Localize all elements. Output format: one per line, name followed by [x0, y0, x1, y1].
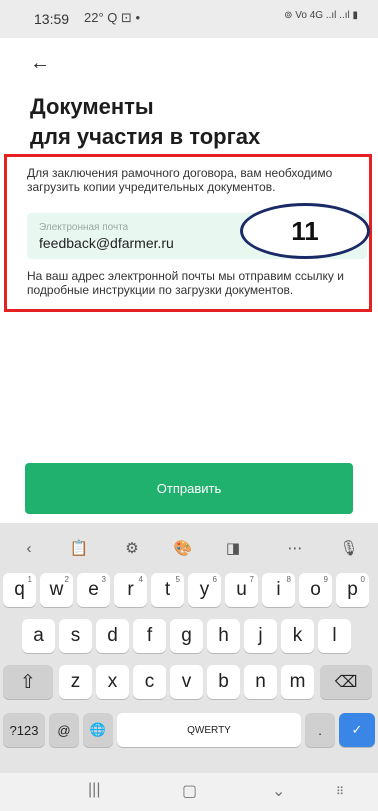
globe-key-icon[interactable]: 🌐: [83, 713, 113, 747]
key-label: y: [199, 579, 210, 600]
key-r[interactable]: r4: [114, 573, 147, 607]
key-label: w: [49, 579, 64, 600]
email-label: Электронная почта: [39, 222, 129, 233]
symbols-key[interactable]: ?123: [3, 713, 45, 747]
settings-icon[interactable]: ⚙: [117, 531, 147, 565]
key-hint: 0: [360, 575, 365, 584]
key-hint: 9: [323, 575, 328, 584]
key-hint: 4: [138, 575, 143, 584]
key-d[interactable]: d: [96, 619, 129, 653]
key-label: r: [127, 579, 134, 600]
page-title-line-1: Документы: [30, 94, 154, 119]
keyboard-toolbar: ‹ 📋 ⚙ 🎨 ◨ ⋯ 🎙: [0, 531, 378, 565]
page-title-line-2: для участия в торгах: [30, 124, 261, 149]
key-n[interactable]: n: [244, 665, 277, 699]
keyboard: ‹ 📋 ⚙ 🎨 ◨ ⋯ 🎙 q1 w2 e3 r4 t5 y6 u7 i8 o9…: [0, 523, 378, 773]
key-e[interactable]: e3: [77, 573, 110, 607]
key-g[interactable]: g: [170, 619, 203, 653]
back-arrow-icon[interactable]: ←: [30, 52, 50, 75]
key-c[interactable]: c: [133, 665, 166, 699]
key-k[interactable]: k: [281, 619, 314, 653]
key-label: p: [347, 579, 358, 600]
key-label: u: [236, 579, 247, 600]
key-i[interactable]: i8: [262, 573, 295, 607]
key-j[interactable]: j: [244, 619, 277, 653]
key-label: i: [276, 579, 281, 600]
key-hint: 5: [175, 575, 180, 584]
key-a[interactable]: a: [22, 619, 55, 653]
page-title: Документы для участия в торгах: [30, 92, 260, 152]
key-hint: 8: [286, 575, 291, 584]
key-w[interactable]: w2: [40, 573, 73, 607]
annotation-badge: 11: [240, 203, 370, 259]
key-u[interactable]: u7: [225, 573, 258, 607]
key-z[interactable]: z: [59, 665, 92, 699]
dot-key[interactable]: .: [305, 713, 335, 747]
enter-key-icon[interactable]: ✓: [339, 713, 375, 747]
status-time: 13:59: [34, 11, 70, 27]
key-q[interactable]: q1: [3, 573, 36, 607]
shift-key-icon[interactable]: ⇧: [3, 665, 53, 699]
back-nav-icon[interactable]: ⌄: [272, 781, 285, 801]
key-hint: 7: [249, 575, 254, 584]
key-b[interactable]: b: [207, 665, 240, 699]
key-f[interactable]: f: [133, 619, 166, 653]
key-m[interactable]: m: [281, 665, 314, 699]
key-o[interactable]: o9: [299, 573, 332, 607]
key-h[interactable]: h: [207, 619, 240, 653]
key-x[interactable]: x: [96, 665, 129, 699]
home-icon[interactable]: ▢: [182, 781, 197, 801]
palette-icon[interactable]: 🎨: [168, 531, 198, 565]
send-button[interactable]: Отправить: [25, 463, 353, 514]
key-p[interactable]: p0: [336, 573, 369, 607]
collapse-icon[interactable]: ‹: [14, 531, 44, 565]
recent-apps-icon[interactable]: |||: [88, 781, 100, 799]
status-left-icons: 22° Q ⊡ •: [84, 10, 141, 25]
key-label: o: [310, 579, 321, 600]
more-icon[interactable]: ⋯: [280, 531, 310, 565]
key-label: e: [88, 579, 99, 600]
key-y[interactable]: y6: [188, 573, 221, 607]
status-bar: 13:59 22° Q ⊡ • ⊚ Vo 4G ..ıl ..ıl ▮: [0, 0, 378, 38]
key-hint: 1: [27, 575, 32, 584]
backspace-key-icon[interactable]: ⌫: [320, 665, 372, 699]
clipboard-icon[interactable]: 📋: [64, 531, 94, 565]
mic-icon[interactable]: 🎙: [334, 531, 364, 565]
key-l[interactable]: l: [318, 619, 351, 653]
space-key[interactable]: QWERTY: [117, 713, 301, 747]
keyboard-switch-icon[interactable]: ⠿: [336, 785, 344, 798]
key-s[interactable]: s: [59, 619, 92, 653]
description-text: Для заключения рамочного договора, вам н…: [27, 166, 333, 194]
email-value[interactable]: feedback@dfarmer.ru: [39, 235, 174, 251]
navigation-bar: ||| ▢ ⌄ ⠿: [0, 773, 378, 811]
status-right-icons: ⊚ Vo 4G ..ıl ..ıl ▮: [284, 10, 358, 21]
key-hint: 2: [64, 575, 69, 584]
key-hint: 3: [101, 575, 106, 584]
at-key[interactable]: @: [49, 713, 79, 747]
key-v[interactable]: v: [170, 665, 203, 699]
key-label: t: [164, 579, 171, 600]
info-text: На ваш адрес электронной почты мы отправ…: [27, 269, 344, 297]
key-hint: 6: [212, 575, 217, 584]
resize-icon[interactable]: ◨: [218, 531, 248, 565]
key-label: q: [14, 579, 25, 600]
key-t[interactable]: t5: [151, 573, 184, 607]
